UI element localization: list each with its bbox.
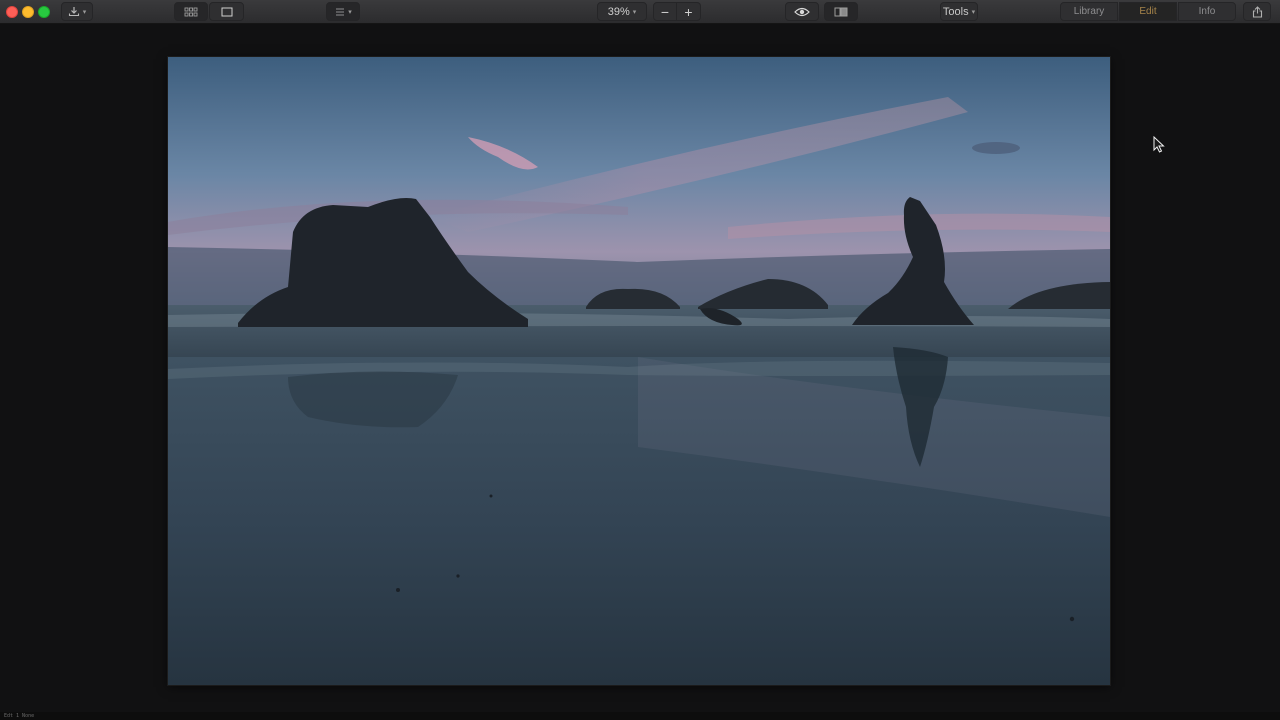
- zoom-out-button[interactable]: −: [653, 2, 677, 21]
- compare-icon: [834, 7, 848, 17]
- tab-library[interactable]: Library: [1060, 2, 1118, 21]
- top-toolbar: ▾ ▾ 39% ▾ − + Tools ▾ Library Edit Info: [0, 0, 1280, 24]
- window-close-button[interactable]: [6, 6, 18, 18]
- tab-info[interactable]: Info: [1178, 2, 1236, 21]
- mode-tabs: Library Edit Info: [1060, 2, 1237, 21]
- compare-button[interactable]: [824, 2, 858, 21]
- tab-edit[interactable]: Edit: [1119, 2, 1177, 21]
- window-minimize-button[interactable]: [22, 6, 34, 18]
- chevron-down-icon: ▾: [348, 8, 352, 16]
- eye-icon: [794, 7, 810, 17]
- list-sort-icon: [334, 8, 345, 16]
- photo-canvas[interactable]: [168, 57, 1110, 685]
- sort-button[interactable]: ▾: [326, 2, 360, 21]
- zoom-in-button[interactable]: +: [677, 2, 701, 21]
- share-button[interactable]: [1243, 2, 1271, 21]
- mouse-cursor: [1153, 135, 1165, 158]
- import-button[interactable]: ▾: [61, 2, 93, 21]
- chevron-down-icon: ▾: [632, 8, 637, 16]
- single-view-icon: [221, 7, 233, 17]
- share-icon: [1252, 5, 1263, 18]
- window-zoom-button[interactable]: [38, 6, 50, 18]
- status-text: Edt 1 None: [4, 713, 35, 719]
- preview-button[interactable]: [785, 2, 819, 21]
- download-icon: [68, 6, 80, 17]
- zoom-controls: 39% ▾ − +: [597, 2, 701, 21]
- chevron-down-icon: ▾: [82, 8, 87, 16]
- tools-label: Tools: [942, 5, 969, 18]
- grid-view-icon: [184, 7, 198, 17]
- tools-menu-button[interactable]: Tools ▾: [940, 2, 978, 21]
- status-bar: Edt 1 None: [0, 712, 1280, 720]
- zoom-value: 39%: [607, 5, 630, 18]
- photo-image: [168, 57, 1110, 685]
- grid-view-button[interactable]: [174, 2, 208, 21]
- single-view-button[interactable]: [209, 2, 244, 21]
- chevron-down-icon: ▾: [971, 8, 976, 16]
- zoom-select[interactable]: 39% ▾: [597, 2, 647, 21]
